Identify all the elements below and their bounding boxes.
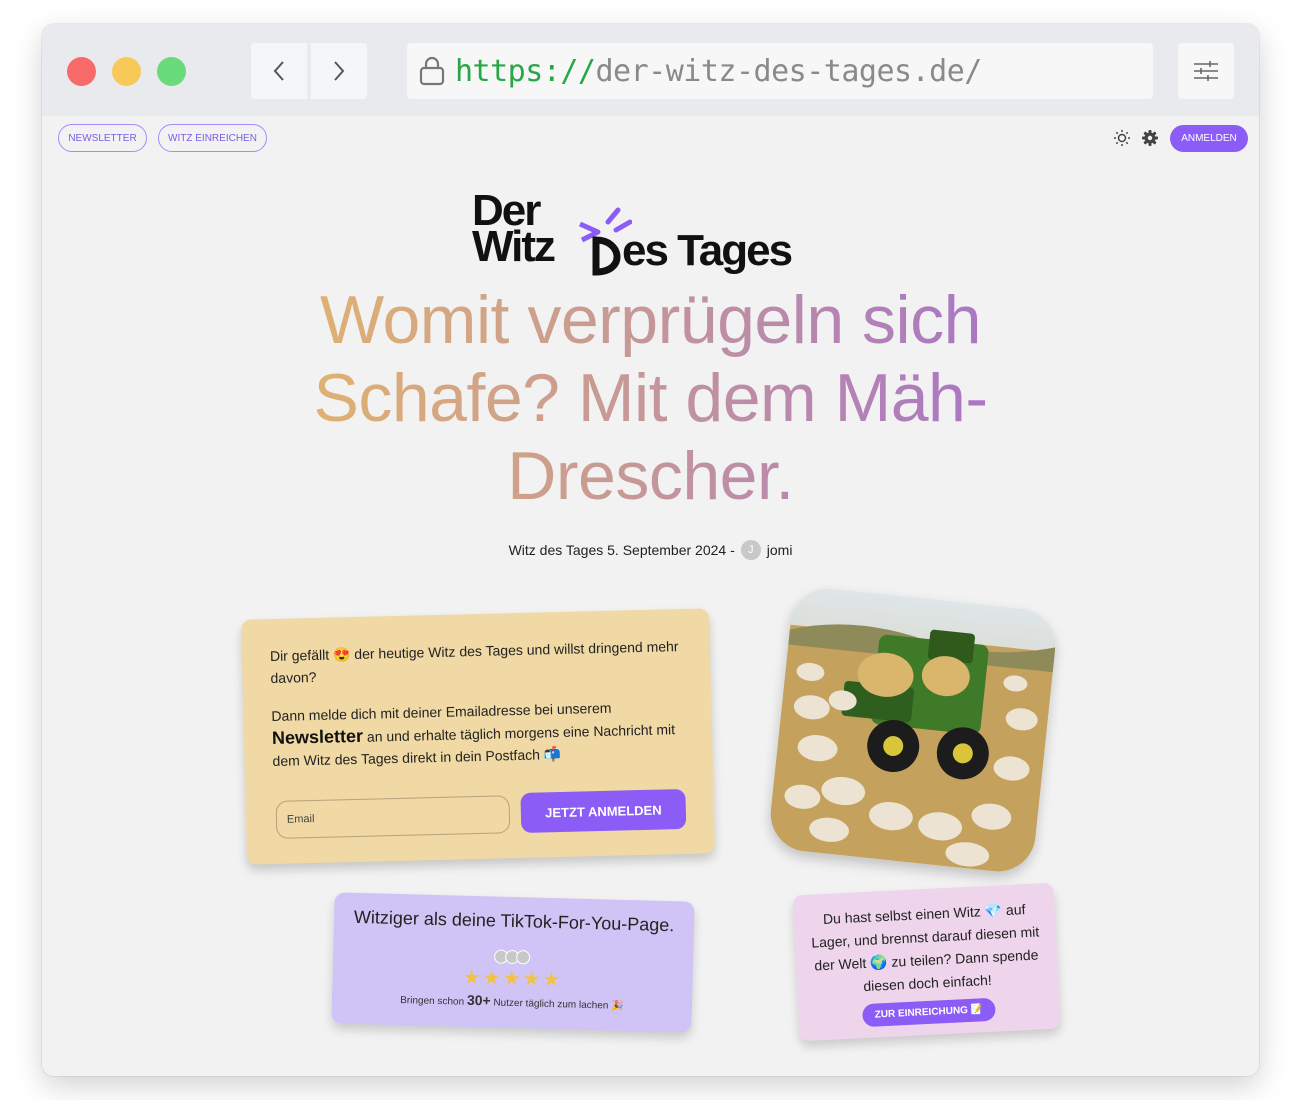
social-proof-title: Witziger als deine TikTok-For-You-Page. bbox=[353, 906, 675, 936]
joke-illustration bbox=[766, 584, 1060, 876]
newsletter-card: Dir gefällt 😍 der heutige Witz des Tages… bbox=[241, 608, 715, 865]
gem-emoji-icon: 💎 bbox=[984, 902, 1003, 920]
page-content: NEWSLETTER WITZ EINREICHEN ANMELDEN Der … bbox=[42, 116, 1259, 1076]
site-logo[interactable]: Der Witz es Tages bbox=[472, 186, 822, 281]
party-emoji-icon: 🎉 bbox=[611, 1000, 624, 1012]
sliders-icon bbox=[1194, 61, 1218, 81]
mailbox-emoji-icon: 📬 bbox=[543, 745, 562, 763]
joke-headline: Womit verprügeln sich Schafe? Mit dem Mä… bbox=[242, 281, 1059, 515]
submit-joke-link[interactable]: WITZ EINREICHEN bbox=[158, 124, 267, 152]
maximize-window-button[interactable] bbox=[157, 57, 186, 86]
sheep-combine-image bbox=[766, 584, 1060, 876]
newsletter-intro: Dir gefällt 😍 der heutige Witz des Tages… bbox=[269, 638, 679, 687]
browser-chrome: https://der-witz-des-tages.de/ bbox=[42, 24, 1259, 116]
url-text: https://der-witz-des-tages.de/ bbox=[455, 53, 982, 89]
logo-word-des-tages: es Tages bbox=[622, 226, 793, 275]
logo-word-witz: Witz bbox=[472, 222, 556, 271]
sun-icon[interactable] bbox=[1113, 129, 1131, 147]
close-window-button[interactable] bbox=[67, 57, 96, 86]
heart-eyes-emoji-icon: 😍 bbox=[332, 646, 351, 663]
submit-joke-card: Du hast selbst einen Witz 💎 auf Lager, u… bbox=[792, 882, 1061, 1042]
forward-button[interactable] bbox=[311, 43, 367, 99]
author-name[interactable]: jomi bbox=[767, 542, 793, 558]
memo-emoji-icon: 📝 bbox=[970, 1004, 984, 1016]
login-button[interactable]: ANMELDEN bbox=[1170, 125, 1248, 152]
subscribe-button[interactable]: JETZT ANMELDEN bbox=[520, 788, 687, 833]
newsletter-keyword: Newsletter bbox=[271, 725, 364, 749]
back-button[interactable] bbox=[251, 43, 307, 99]
gear-icon[interactable] bbox=[1141, 129, 1159, 147]
newsletter-description: Dann melde dich mit deiner Emailadresse … bbox=[271, 699, 676, 770]
user-avatar-icon bbox=[515, 950, 530, 965]
author-avatar: J bbox=[740, 540, 761, 560]
newsletter-link[interactable]: NEWSLETTER bbox=[58, 124, 147, 152]
joke-date: Witz des Tages 5. September 2024 - bbox=[508, 542, 735, 558]
settings-menu-button[interactable] bbox=[1178, 43, 1234, 99]
social-proof-card: Witziger als deine TikTok-For-You-Page. … bbox=[331, 892, 695, 1033]
email-input[interactable]: Email bbox=[275, 795, 511, 839]
user-count: 30+ bbox=[466, 991, 491, 1009]
minimize-window-button[interactable] bbox=[112, 57, 141, 86]
lock-icon bbox=[419, 56, 445, 86]
submit-joke-text: Du hast selbst einen Witz 💎 auf Lager, u… bbox=[810, 901, 1040, 995]
address-bar[interactable]: https://der-witz-des-tages.de/ bbox=[407, 43, 1153, 99]
globe-emoji-icon: 🌍 bbox=[869, 953, 888, 971]
browser-window: https://der-witz-des-tages.de/ NEWSLETTE… bbox=[42, 24, 1259, 1076]
chevron-left-icon bbox=[273, 61, 284, 81]
go-to-submission-button[interactable]: ZUR EINREICHUNG 📝 bbox=[862, 997, 996, 1028]
joke-meta: Witz des Tages 5. September 2024 - J jom… bbox=[42, 540, 1259, 560]
chevron-right-icon bbox=[334, 61, 345, 81]
